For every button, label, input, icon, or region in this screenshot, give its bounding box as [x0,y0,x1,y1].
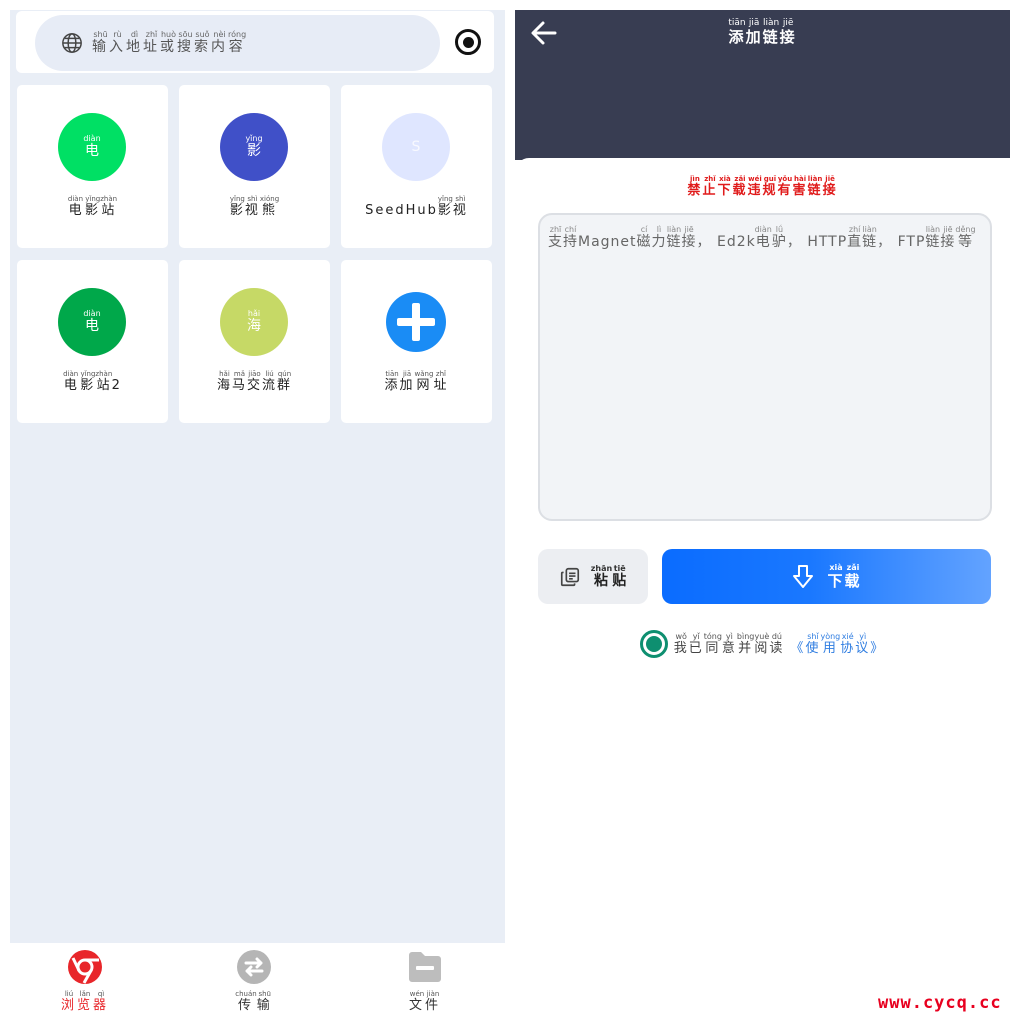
tile-label: 海hǎi马mǎ交jiāo流liú群qún [216,370,293,393]
bottom-nav: 浏liú览lǎn器qì 传chuán输shū 文wén件jiàn [10,943,505,1020]
transfer-icon [236,949,272,985]
agree-text: 我wǒ已yǐ同tóng意yì并bìng阅yuè读dú [673,632,785,656]
paste-label: 粘zhān贴tiē [590,563,628,589]
globe-icon [62,33,82,53]
agreement-row: 我wǒ已yǐ同tóng意yì并bìng阅yuè读dú 《使shǐ用yòng协xi… [515,630,1010,658]
link-placeholder: 支zhī持chíMagnet磁cí力lì链liàn接jiē， Ed2k电diàn… [548,225,976,250]
watermark: www.cycq.cc [878,993,1002,1013]
browser-panel: 输shū入rù地dì址zhǐ或huò搜sōu索suǒ内nèi容róng 电dià… [10,10,505,943]
tile-avatar: 电diàn [58,288,126,356]
nav-label: 传chuán输shū [235,990,273,1013]
warning-text: 禁jìn止zhǐ下xià载zǎi违wéi规guī有yǒu害hài链liàn接ji… [687,175,838,198]
paste-button[interactable]: 粘zhān贴tiē [538,549,648,604]
download-arrow-icon [793,564,814,588]
tile-label: 添tiān加jiā网wǎng址zhǐ [384,370,449,393]
tile-avatar: 影yǐng [220,113,288,181]
tile-label: 影yǐng视shì熊xióng [229,195,280,218]
link-input[interactable]: 支zhī持chíMagnet磁cí力lì链liàn接jiē， Ed2k电diàn… [538,213,992,521]
page-title: 添tiān加jiā链liàn接jiē [728,18,797,46]
tile-label: 电影站diàn yǐngzhàn2 [63,370,122,393]
address-search-input[interactable]: 输shū入rù地dì址zhǐ或huò搜sōu索suǒ内nèi容róng [35,15,440,71]
download-button[interactable]: 下xià载zǎi [662,549,991,604]
nav-files[interactable]: 文wén件jiàn [365,949,485,1013]
folder-icon [407,949,443,985]
download-label: 下xià载zǎi [827,562,862,590]
bookmark-tile-dianyingzhan2[interactable]: 电diàn 电影站diàn yǐngzhàn2 [17,260,168,423]
add-link-panel: 添tiān加jiā链liàn接jiē 禁jìn止zhǐ下xià载zǎi违wéi规… [515,10,1010,1020]
nav-browser[interactable]: 浏liú览lǎn器qì [25,949,145,1013]
tile-label: SeedHub影yǐng视shì [365,195,468,218]
bookmark-tile-seedhub[interactable]: S SeedHub影yǐng视shì [341,85,492,248]
bookmark-tile-haima[interactable]: 海hǎi 海hǎi马mǎ交jiāo流liú群qún [179,260,330,423]
record-button[interactable] [455,29,481,55]
nav-transfer[interactable]: 传chuán输shū [194,949,314,1013]
tile-label: 电影站diàn yǐngzhàn [67,195,118,218]
record-dot [462,36,474,48]
plus-circle-icon [386,292,446,352]
browser-topbar: 输shū入rù地dì址zhǐ或huò搜sōu索suǒ内nèi容róng [16,11,494,73]
nav-label: 文wén件jiàn [408,990,442,1013]
agree-radio[interactable] [639,630,668,658]
bookmark-tile-dianyingzhan[interactable]: 电diàn 电影站diàn yǐngzhàn [17,85,168,248]
tile-avatar: 海hǎi [220,288,288,356]
nav-label: 浏liú览lǎn器qì [60,990,110,1013]
search-placeholder: 输shū入rù地dì址zhǐ或huò搜sōu索suǒ内nèi容róng [92,30,247,55]
add-link-header: 添tiān加jiā链liàn接jiē [515,10,1010,160]
clipboard-icon [560,567,579,586]
tile-avatar: 电diàn [58,113,126,181]
radio-dot [645,636,662,652]
tile-avatar: S [382,113,450,181]
browser-icon [67,949,103,985]
terms-link[interactable]: 《使shǐ用yòng协xié议yì》 [790,632,885,656]
bookmark-tile-yingshixiong[interactable]: 影yǐng 影yǐng视shì熊xióng [179,85,330,248]
add-website-tile[interactable]: 添tiān加jiā网wǎng址zhǐ [341,260,492,423]
